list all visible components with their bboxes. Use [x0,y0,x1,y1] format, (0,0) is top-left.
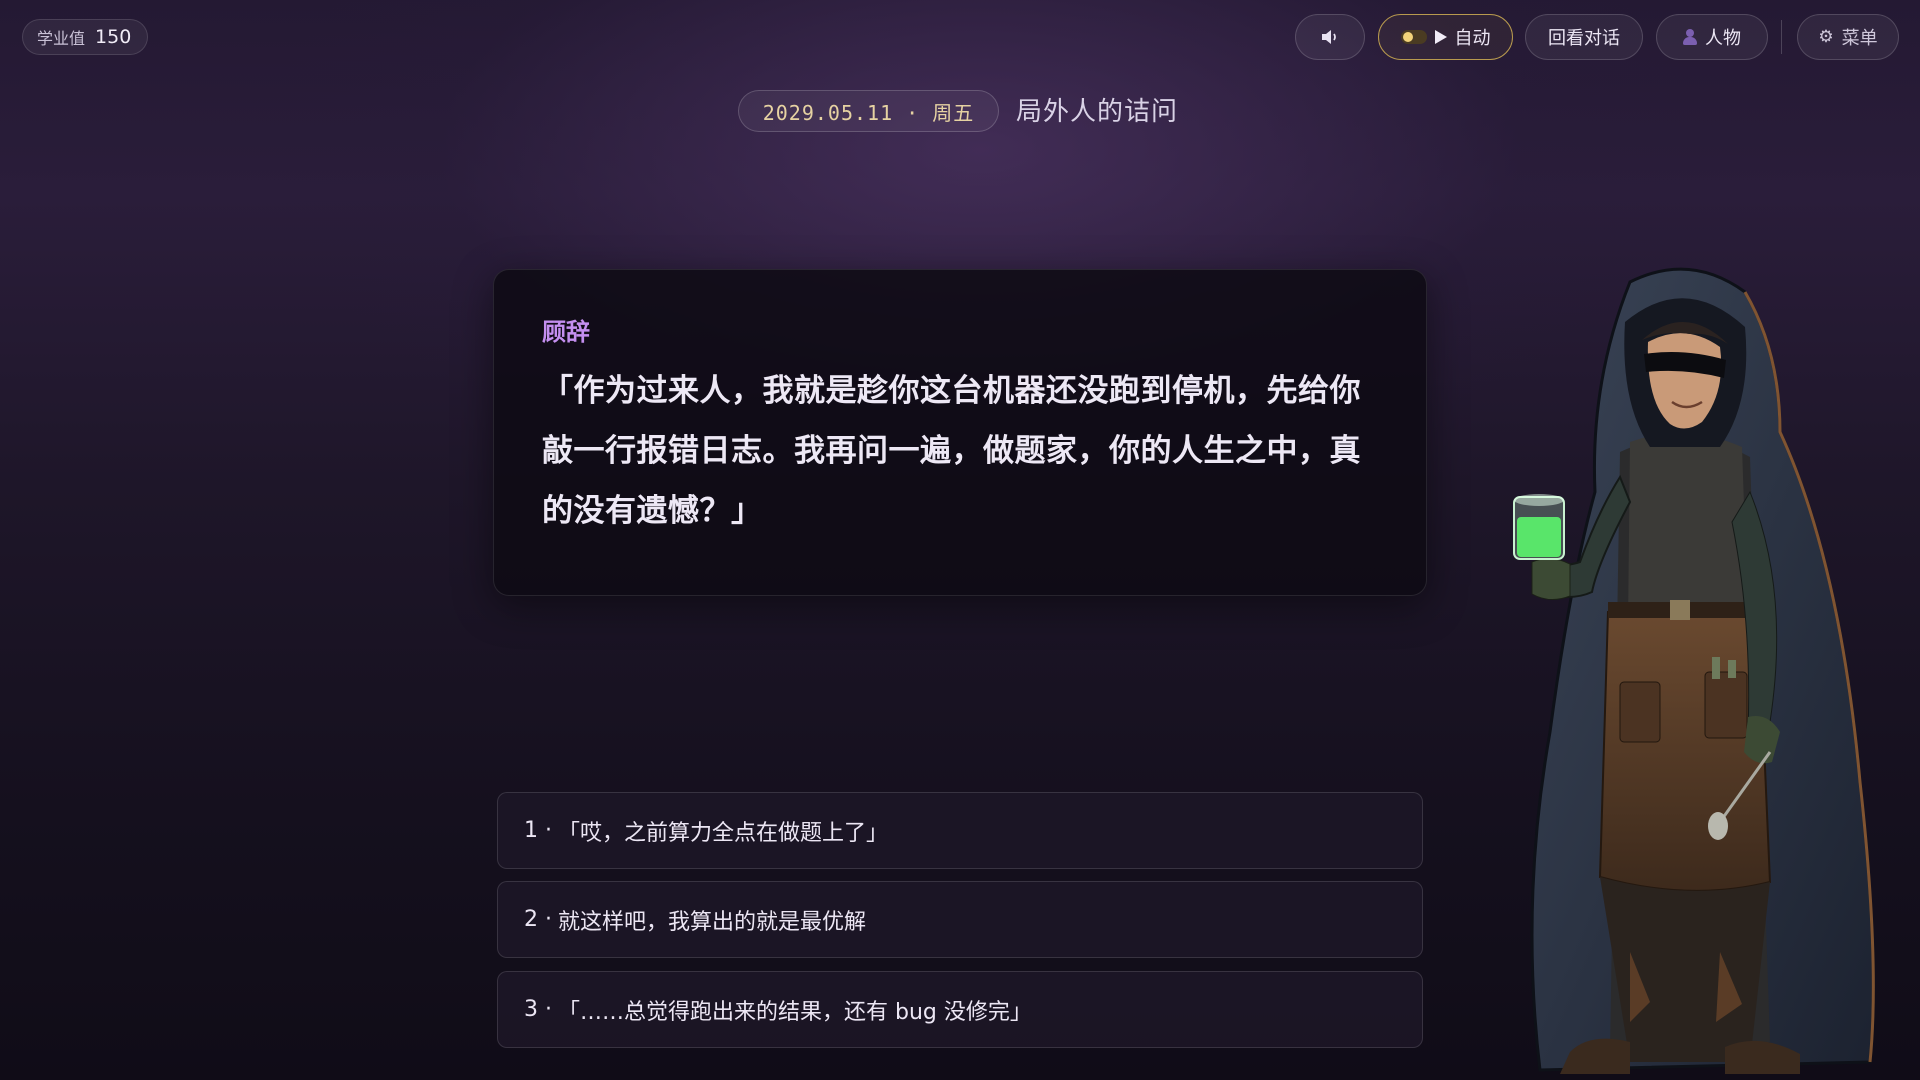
menu-button[interactable]: ⚙ 菜单 [1797,14,1899,60]
auto-toggle-icon [1400,30,1427,44]
speaker-name: 顾辞 [542,318,590,346]
auto-play-button[interactable]: 自动 [1378,14,1513,60]
auto-label: 自动 [1454,28,1491,49]
choice-text: 「哎，之前算力全点在做题上了」 [557,820,888,846]
chapter-title: 局外人的诘问 [1016,97,1179,127]
speaker-icon [1322,30,1336,44]
character-portrait [1513,267,1875,1074]
choice-option-2[interactable]: 2 · 就这样吧，我算出的就是最优解 [497,881,1423,958]
score-badge: 学业值 150 [22,19,149,55]
choice-option-1[interactable]: 1 · 「哎，之前算力全点在做题上了」 [497,792,1423,869]
score-label: 学业值 [37,29,86,48]
choice-number: 3 · [524,997,552,1022]
menu-label: 菜单 [1841,28,1878,49]
choice-number: 2 · [524,907,552,932]
date-badge: 2029.05.11 · 周五 [738,90,999,132]
person-icon [1683,29,1697,45]
choice-number: 1 · [524,818,552,843]
score-value: 150 [95,26,132,48]
toolbar-divider [1781,20,1782,54]
dialogue-text: 「作为过来人，我就是趁你这台机器还没跑到停机，先给你敲一行报错日志。我再问一遍，… [542,373,1361,529]
choice-text: 「……总觉得跑出来的结果，还有 bug 没修完」 [557,999,1032,1025]
dialogue-log-button[interactable]: 回看对话 [1525,14,1643,60]
date-text: 2029.05.11 · 周五 [762,100,975,125]
game-stage: 学业值 150 自动 回看对话 人物 ⚙ 菜单 2029.05.11 · 周五 … [0,0,1920,1080]
play-icon [1434,30,1447,44]
dialogue-log-label: 回看对话 [1548,28,1620,49]
gear-icon: ⚙ [1818,27,1834,47]
sound-button[interactable] [1295,14,1365,60]
characters-label: 人物 [1705,28,1741,49]
characters-button[interactable]: 人物 [1656,14,1768,60]
choice-text: 就这样吧，我算出的就是最优解 [557,909,866,935]
choice-option-3[interactable]: 3 · 「……总觉得跑出来的结果，还有 bug 没修完」 [497,971,1423,1048]
dialogue-box[interactable]: 顾辞 「作为过来人，我就是趁你这台机器还没跑到停机，先给你敲一行报错日志。我再问… [493,269,1427,596]
